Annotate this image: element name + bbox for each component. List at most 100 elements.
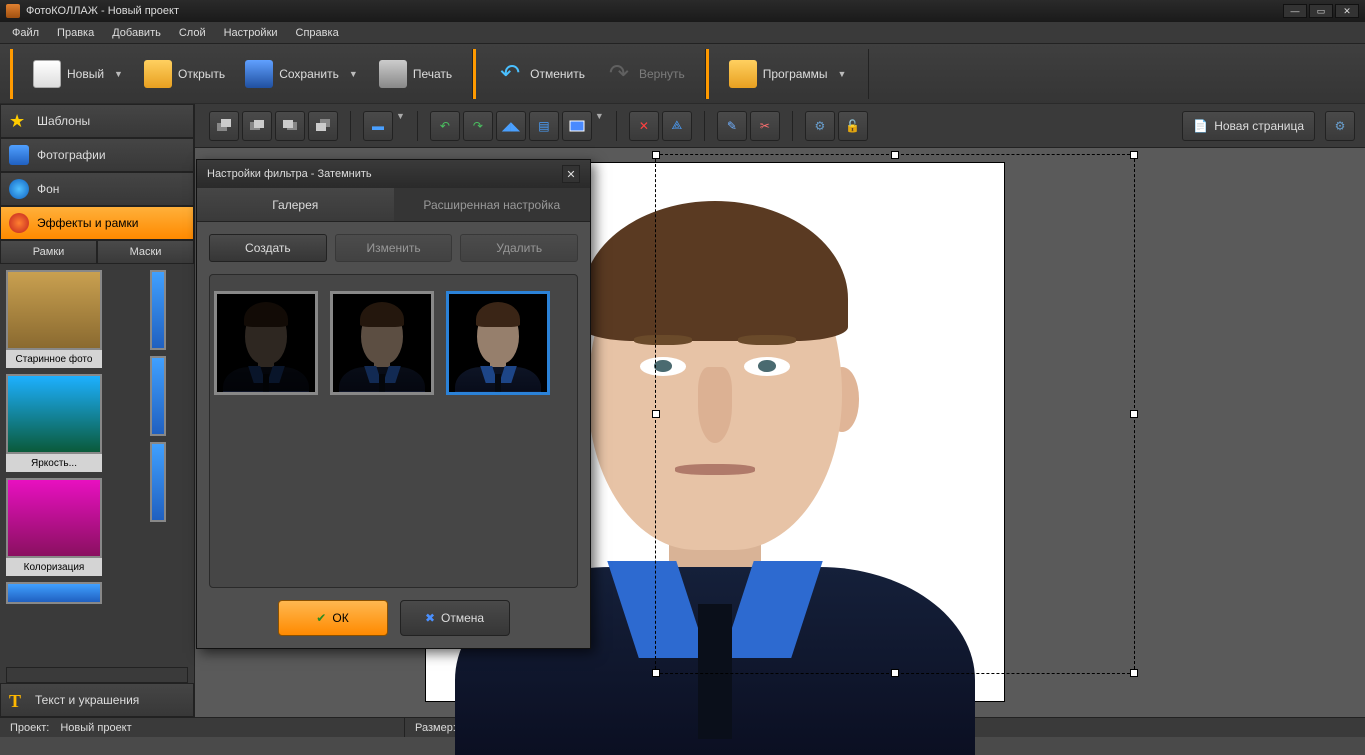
effect-thumb: [6, 582, 102, 604]
resize-handle[interactable]: [652, 151, 660, 159]
cancel-button[interactable]: ✖ Отмена: [400, 600, 510, 636]
flip-v-button[interactable]: ▤: [529, 111, 559, 141]
print-button[interactable]: Печать: [369, 54, 462, 94]
undo-button[interactable]: ↶ Отменить: [486, 54, 595, 94]
menu-help[interactable]: Справка: [288, 24, 347, 42]
effect-item[interactable]: Яркость...: [6, 374, 102, 472]
effect-item[interactable]: [110, 442, 194, 522]
open-button[interactable]: Открыть: [134, 54, 235, 94]
layer-icon: [314, 117, 332, 135]
effects-subtabs: Рамки Маски: [0, 240, 194, 264]
check-icon: ✔: [316, 611, 326, 625]
folder-open-icon: [144, 60, 172, 88]
effect-item[interactable]: Колоризация: [6, 478, 102, 576]
chevron-down-icon[interactable]: ▼: [114, 69, 124, 79]
chevron-down-icon[interactable]: ▼: [349, 69, 359, 79]
maximize-button[interactable]: ▭: [1309, 4, 1333, 18]
menu-edit[interactable]: Правка: [49, 24, 102, 42]
rotate-left-button[interactable]: ↶: [430, 111, 460, 141]
new-page-button[interactable]: 📄 Новая страница: [1182, 111, 1315, 141]
dialog-titlebar[interactable]: Настройки фильтра - Затемнить ✕: [197, 160, 590, 188]
chevron-down-icon[interactable]: ▼: [396, 111, 405, 141]
ok-button[interactable]: ✔ ОК: [278, 600, 388, 636]
delete-button[interactable]: Удалить: [460, 234, 578, 262]
minimize-button[interactable]: —: [1283, 4, 1307, 18]
photo-icon: [9, 145, 29, 165]
effect-item[interactable]: Старинное фото: [6, 270, 102, 368]
cut-button[interactable]: ✂: [750, 111, 780, 141]
save-button[interactable]: Сохранить ▼: [235, 54, 369, 94]
effects-gallery: Старинное фото Яркость... Колоризация: [0, 264, 194, 667]
cross-icon: ✖: [425, 611, 435, 625]
close-button[interactable]: ✕: [1335, 4, 1359, 18]
layer-front-button[interactable]: [209, 111, 239, 141]
layer-icon: [215, 117, 233, 135]
brush-button[interactable]: ✎: [717, 111, 747, 141]
chevron-down-icon[interactable]: ▼: [595, 111, 604, 141]
image-toolbar: ▬ ▼ ↶ ↷ ◢◣ ▤ ▼ ✕ ⟁ ✎ ✂: [195, 104, 1365, 148]
effects-scrollbar[interactable]: [6, 667, 188, 683]
rotate-right-button[interactable]: ↷: [463, 111, 493, 141]
side-templates[interactable]: ★ Шаблоны: [0, 104, 194, 138]
undo-icon: ↶: [496, 60, 524, 88]
resize-handle[interactable]: [891, 669, 899, 677]
layer-icon: [281, 117, 299, 135]
layer-up-button[interactable]: [242, 111, 272, 141]
resize-handle[interactable]: [652, 410, 660, 418]
effect-thumb: [6, 374, 102, 454]
lock-button[interactable]: 🔓: [838, 111, 868, 141]
preset-thumb[interactable]: [214, 291, 318, 395]
effect-item[interactable]: [110, 356, 194, 436]
subtab-masks[interactable]: Маски: [97, 240, 194, 264]
resize-handle[interactable]: [1130, 669, 1138, 677]
layer-back-button[interactable]: [308, 111, 338, 141]
dialog-close-button[interactable]: ✕: [562, 165, 580, 183]
preset-thumb[interactable]: [330, 291, 434, 395]
resize-handle[interactable]: [652, 669, 660, 677]
crop-button[interactable]: ⟁: [662, 111, 692, 141]
globe-icon: [9, 179, 29, 199]
effect-item[interactable]: [6, 582, 102, 604]
effect-thumb: [6, 270, 102, 350]
new-button[interactable]: Новый ▼: [23, 54, 134, 94]
resize-handle[interactable]: [891, 151, 899, 159]
text-icon: T: [9, 691, 27, 709]
menubar: Файл Правка Добавить Слой Настройки Спра…: [0, 22, 1365, 44]
resize-handle[interactable]: [1130, 151, 1138, 159]
flip-h-button[interactable]: ◢◣: [496, 111, 526, 141]
status-project: Проект: Новый проект: [0, 718, 405, 737]
fit-button[interactable]: [562, 111, 592, 141]
create-button[interactable]: Создать: [209, 234, 327, 262]
programs-button[interactable]: Программы ▼: [719, 54, 858, 94]
menu-layer[interactable]: Слой: [171, 24, 214, 42]
subtab-frames[interactable]: Рамки: [0, 240, 97, 264]
resize-handle[interactable]: [1130, 410, 1138, 418]
fit-icon: [568, 117, 586, 135]
chevron-down-icon[interactable]: ▼: [838, 69, 848, 79]
align-button[interactable]: ▬: [363, 111, 393, 141]
effect-item[interactable]: [110, 270, 194, 350]
box-icon: [729, 60, 757, 88]
side-text-decor[interactable]: T Текст и украшения: [0, 683, 194, 717]
tab-gallery[interactable]: Галерея: [197, 188, 394, 222]
effect-thumb: [6, 478, 102, 558]
effect-thumb: [150, 442, 166, 522]
side-background[interactable]: Фон: [0, 172, 194, 206]
title-text: ФотоКОЛЛАЖ - Новый проект: [26, 5, 1283, 17]
edit-button[interactable]: Изменить: [335, 234, 453, 262]
menu-file[interactable]: Файл: [4, 24, 47, 42]
settings-button[interactable]: ⚙: [805, 111, 835, 141]
effect-thumb: [150, 270, 166, 350]
preset-thumb-selected[interactable]: [446, 291, 550, 395]
delete-button[interactable]: ✕: [629, 111, 659, 141]
page-settings-button[interactable]: ⚙: [1325, 111, 1355, 141]
side-photos[interactable]: Фотографии: [0, 138, 194, 172]
side-effects[interactable]: Эффекты и рамки: [0, 206, 194, 240]
tab-advanced[interactable]: Расширенная настройка: [394, 188, 591, 222]
main-toolbar: Новый ▼ Открыть Сохранить ▼ Печать ↶ Отм…: [0, 44, 1365, 104]
menu-add[interactable]: Добавить: [104, 24, 169, 42]
redo-icon: ↷: [605, 60, 633, 88]
layer-down-button[interactable]: [275, 111, 305, 141]
selection-box[interactable]: [655, 154, 1135, 674]
menu-settings[interactable]: Настройки: [216, 24, 286, 42]
